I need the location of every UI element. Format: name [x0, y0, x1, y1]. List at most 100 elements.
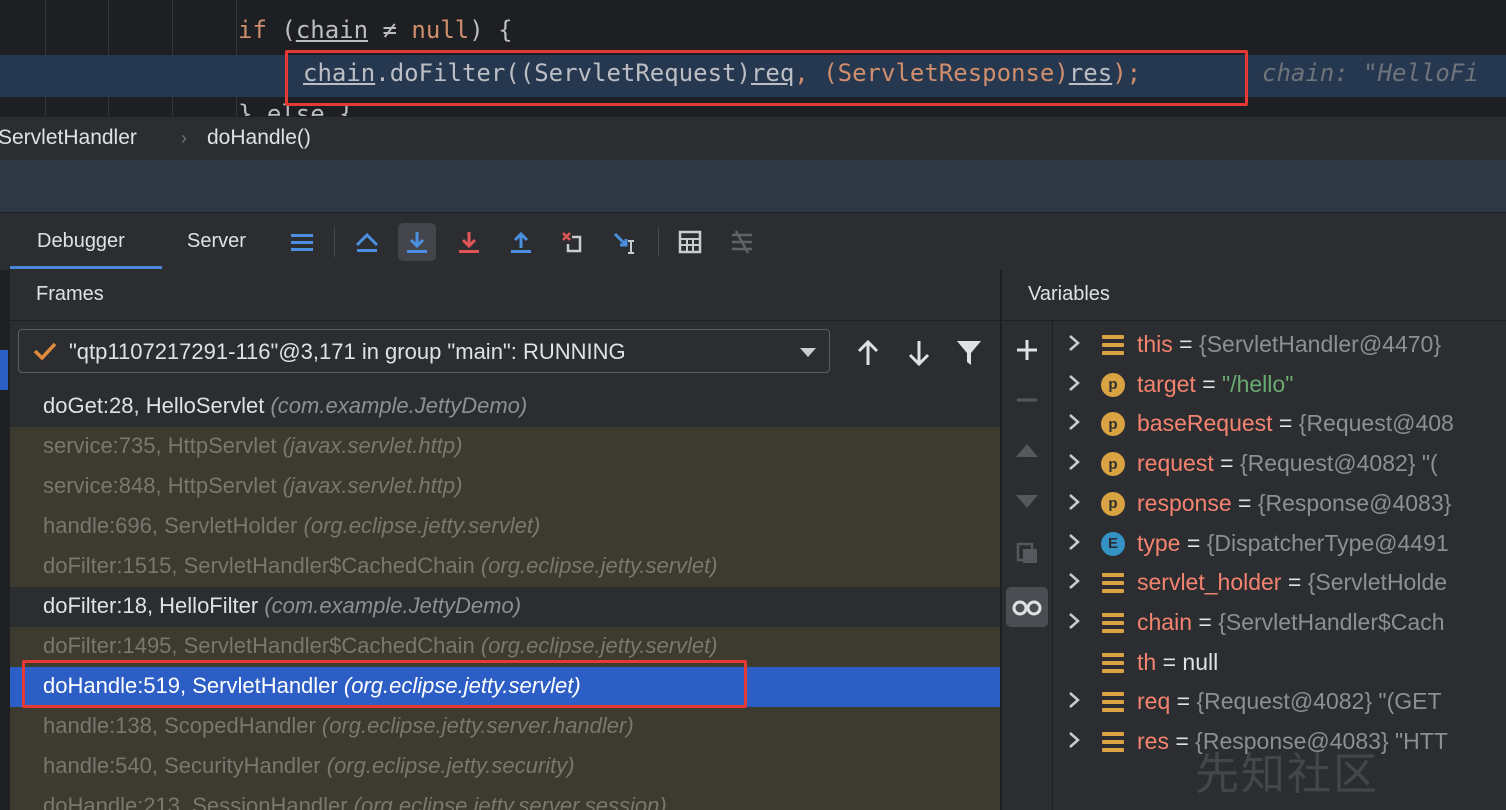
field-icon: [1101, 690, 1125, 714]
show-watches-button[interactable]: [1006, 587, 1048, 627]
duplicate-watch-icon[interactable]: [1015, 541, 1039, 565]
frame-row[interactable]: service:735, HttpServlet (javax.servlet.…: [10, 427, 1000, 467]
previous-frame-icon[interactable]: [856, 339, 880, 367]
variable-value: {ServletHandler$Cach: [1218, 608, 1445, 635]
frame-method: doFilter:18, HelloFilter: [43, 593, 259, 618]
trace-icon[interactable]: [723, 223, 761, 261]
variable-text: request = {Request@4082} "(: [1137, 450, 1438, 477]
parameter-icon: p: [1101, 452, 1125, 477]
variable-row[interactable]: p request = {Request@4082} "(: [1053, 444, 1506, 484]
variable-text: req = {Request@4082} "(GET: [1137, 688, 1442, 715]
variables-header: Variables: [1002, 270, 1506, 321]
equals-sign: =: [1195, 370, 1223, 397]
add-watch-icon[interactable]: [1015, 338, 1039, 362]
frame-row[interactable]: service:848, HttpServlet (javax.servlet.…: [10, 467, 1000, 507]
breadcrumb-class[interactable]: ServletHandler: [0, 126, 137, 150]
variable-row[interactable]: chain = {ServletHandler$Cach: [1053, 603, 1506, 643]
glasses-icon: [1012, 600, 1042, 616]
inline-debug-value: chain: "HelloFi: [1262, 59, 1479, 87]
next-frame-icon[interactable]: [907, 339, 931, 367]
variable-row[interactable]: th = null: [1053, 643, 1506, 683]
highlight-box-frame: [22, 660, 747, 708]
frame-package: (javax.servlet.http): [282, 473, 463, 498]
chevron-right-icon[interactable]: [1067, 532, 1081, 552]
step-out-icon[interactable]: [502, 223, 540, 261]
variable-text: baseRequest = {Request@408: [1137, 410, 1454, 437]
variable-row[interactable]: req = {Request@4082} "(GET: [1053, 682, 1506, 722]
thread-selector-row: "qtp1107217291-116"@3,171 in group "main…: [10, 321, 1000, 385]
variable-row[interactable]: this = {ServletHandler@4470}: [1053, 325, 1506, 365]
move-up-icon[interactable]: [1015, 442, 1039, 458]
frame-method: doFilter:1495, ServletHandler$CachedChai…: [43, 633, 475, 658]
chevron-right-icon[interactable]: [1067, 492, 1081, 512]
frame-row[interactable]: doGet:28, HelloServlet (com.example.Jett…: [10, 387, 1000, 427]
threads-menu-icon[interactable]: [283, 223, 321, 261]
step-over-icon[interactable]: [398, 223, 436, 261]
code-line-if: if (chain ≠ null) {: [238, 16, 513, 44]
equals-sign: =: [1191, 608, 1219, 635]
variable-row[interactable]: p baseRequest = {Request@408: [1053, 404, 1506, 444]
move-down-icon[interactable]: [1015, 494, 1039, 510]
frames-header: Frames: [10, 270, 1000, 321]
tab-debugger[interactable]: Debugger: [37, 230, 125, 253]
variable-name: request: [1137, 450, 1214, 477]
filter-icon[interactable]: [956, 339, 982, 367]
code-editor[interactable]: if (chain ≠ null) { chain.doFilter((Serv…: [0, 0, 1506, 116]
check-icon: [33, 342, 57, 361]
thread-select[interactable]: "qtp1107217291-116"@3,171 in group "main…: [18, 329, 830, 373]
frame-package: (com.example.JettyDemo): [270, 393, 528, 418]
chevron-right-icon[interactable]: [1067, 571, 1081, 591]
step-into-icon[interactable]: [450, 223, 488, 261]
left-edge-strip: [0, 270, 10, 810]
tab-server[interactable]: Server: [187, 230, 246, 253]
watermark: 先知社区: [1195, 749, 1379, 800]
chevron-right-icon[interactable]: [1067, 412, 1081, 432]
calculator-icon[interactable]: [671, 223, 709, 261]
variable-value: "/hello": [1222, 370, 1294, 397]
variable-name: servlet_holder: [1137, 569, 1282, 596]
variable-text: this = {ServletHandler@4470}: [1137, 331, 1441, 358]
frame-row[interactable]: handle:138, ScopedHandler (org.eclipse.j…: [10, 707, 1000, 747]
variables-toolbar: [1002, 321, 1053, 810]
show-execution-point-icon[interactable]: [348, 223, 386, 261]
variable-row[interactable]: Etype = {DispatcherType@4491: [1053, 524, 1506, 564]
variable-text: target = "/hello": [1137, 371, 1293, 398]
chevron-right-icon[interactable]: [1067, 611, 1081, 631]
frame-package: (org.eclipse.jetty.server.handler): [321, 713, 634, 738]
chevron-right-icon[interactable]: [1067, 730, 1081, 750]
breadcrumb-method[interactable]: doHandle(): [207, 126, 311, 150]
frame-row[interactable]: handle:696, ServletHolder (org.eclipse.j…: [10, 507, 1000, 547]
frames-list: doGet:28, HelloServlet (com.example.Jett…: [10, 387, 1000, 810]
drop-frame-icon[interactable]: [554, 223, 592, 261]
frame-row[interactable]: doHandle:213, SessionHandler (org.eclips…: [10, 787, 1000, 810]
variable-text: type = {DispatcherType@4491: [1137, 530, 1449, 557]
variable-row[interactable]: p target = "/hello": [1053, 365, 1506, 405]
frame-method: doGet:28, HelloServlet: [43, 393, 265, 418]
variable-name: response: [1137, 489, 1232, 516]
equals-sign: =: [1272, 410, 1299, 437]
chevron-right-icon[interactable]: [1067, 452, 1081, 472]
parameter-icon: p: [1101, 491, 1125, 516]
variable-row[interactable]: p response = {Response@4083}: [1053, 484, 1506, 524]
frame-method: handle:696, ServletHolder: [43, 513, 298, 538]
chevron-right-icon[interactable]: [1067, 690, 1081, 710]
remove-watch-icon[interactable]: [1015, 388, 1039, 412]
frame-row[interactable]: handle:540, SecurityHandler (org.eclipse…: [10, 747, 1000, 787]
chevron-right-icon[interactable]: [1067, 333, 1081, 353]
frame-row[interactable]: doFilter:18, HelloFilter (com.example.Je…: [10, 587, 1000, 627]
variable-name: this: [1137, 331, 1173, 357]
run-to-cursor-icon[interactable]: [606, 223, 644, 261]
equals-sign: =: [1213, 450, 1240, 477]
frame-row[interactable]: doFilter:1515, ServletHandler$CachedChai…: [10, 547, 1000, 587]
frame-package: (org.eclipse.jetty.servlet): [303, 513, 541, 538]
variables-title: Variables: [1028, 283, 1110, 305]
variable-row[interactable]: servlet_holder = {ServletHolde: [1053, 563, 1506, 603]
editor-status-band: [0, 160, 1506, 212]
equals-sign: =: [1172, 331, 1200, 357]
equals-sign: =: [1168, 728, 1196, 754]
chevron-right-icon[interactable]: [1067, 373, 1081, 393]
equals-sign: =: [1281, 569, 1308, 596]
chevron-down-icon: [800, 348, 816, 357]
variable-value: {DispatcherType@4491: [1206, 529, 1449, 556]
frame-method: handle:540, SecurityHandler: [43, 753, 321, 778]
